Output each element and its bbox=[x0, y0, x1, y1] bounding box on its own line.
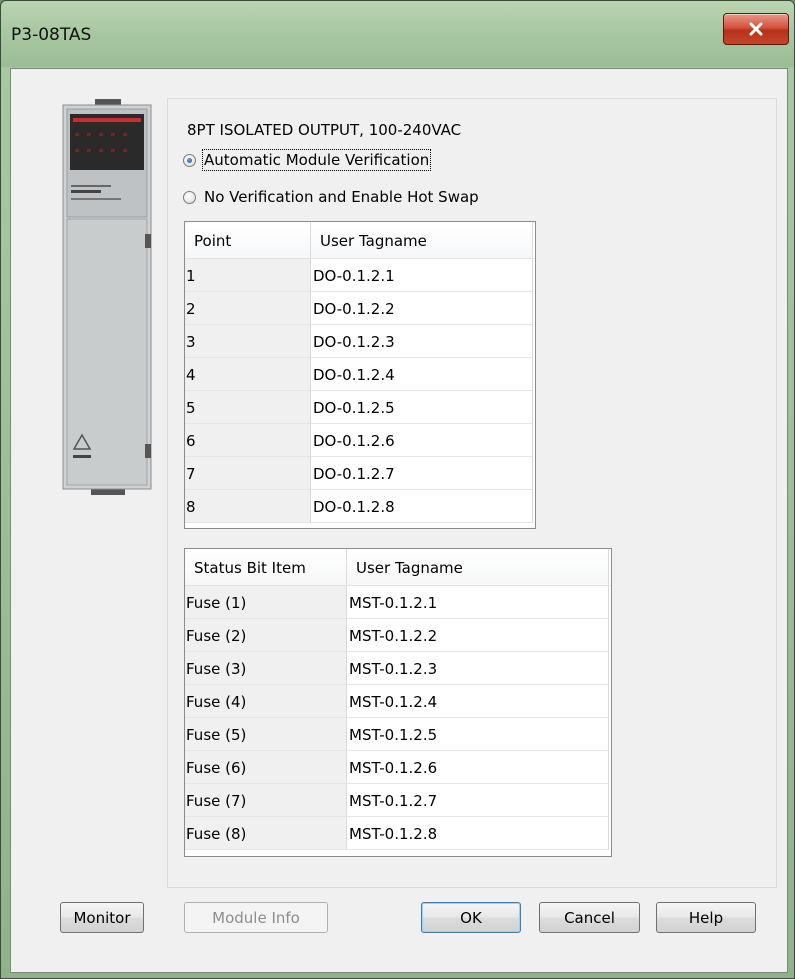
table-row[interactable]: 6 DO-0.1.2.6 bbox=[185, 424, 535, 457]
radio-label-automatic: Automatic Module Verification bbox=[201, 149, 432, 171]
column-header-point[interactable]: Point bbox=[185, 222, 311, 258]
dialog-window: P3-08TAS 8PT ISOLATED OUTPUT, 100-240VAC… bbox=[0, 0, 795, 979]
status-item-cell: Fuse (7) bbox=[185, 784, 347, 817]
tagname-cell[interactable]: MST-0.1.2.2 bbox=[347, 619, 609, 652]
table-row[interactable]: Fuse (2) MST-0.1.2.2 bbox=[185, 619, 611, 652]
point-cell: 5 bbox=[185, 391, 311, 424]
tagname-cell[interactable]: MST-0.1.2.6 bbox=[347, 751, 609, 784]
tagname-cell[interactable]: DO-0.1.2.1 bbox=[311, 259, 533, 292]
module-info-button[interactable]: Module Info bbox=[184, 902, 328, 933]
monitor-button[interactable]: Monitor bbox=[60, 902, 144, 933]
tagname-cell[interactable]: MST-0.1.2.5 bbox=[347, 718, 609, 751]
radio-label-no-verification: No Verification and Enable Hot Swap bbox=[204, 188, 479, 206]
status-item-cell: Fuse (5) bbox=[185, 718, 347, 751]
table-row[interactable]: 4 DO-0.1.2.4 bbox=[185, 358, 535, 391]
table-row[interactable]: Fuse (8) MST-0.1.2.8 bbox=[185, 817, 611, 850]
status-item-cell: Fuse (3) bbox=[185, 652, 347, 685]
table-row[interactable]: 5 DO-0.1.2.5 bbox=[185, 391, 535, 424]
ok-button[interactable]: OK bbox=[421, 902, 521, 933]
column-header-status-bit-item[interactable]: Status Bit Item bbox=[185, 549, 347, 585]
tagname-cell[interactable]: DO-0.1.2.5 bbox=[311, 391, 533, 424]
tagname-cell[interactable]: DO-0.1.2.3 bbox=[311, 325, 533, 358]
column-header-user-tagname[interactable]: User Tagname bbox=[347, 549, 609, 585]
table-row[interactable]: 8 DO-0.1.2.8 bbox=[185, 490, 535, 523]
point-cell: 2 bbox=[185, 292, 311, 325]
radio-button-selected[interactable] bbox=[183, 153, 196, 167]
title-bar[interactable]: P3-08TAS bbox=[1, 1, 794, 67]
tagname-cell[interactable]: MST-0.1.2.3 bbox=[347, 652, 609, 685]
dialog-body: 8PT ISOLATED OUTPUT, 100-240VAC Automati… bbox=[10, 68, 788, 973]
tagname-cell[interactable]: DO-0.1.2.4 bbox=[311, 358, 533, 391]
radio-automatic-verification[interactable]: Automatic Module Verification bbox=[183, 149, 432, 171]
table-row[interactable]: 2 DO-0.1.2.2 bbox=[185, 292, 535, 325]
point-cell: 3 bbox=[185, 325, 311, 358]
point-cell: 1 bbox=[185, 259, 311, 292]
tagname-cell[interactable]: MST-0.1.2.7 bbox=[347, 784, 609, 817]
point-cell: 7 bbox=[185, 457, 311, 490]
radio-no-verification[interactable]: No Verification and Enable Hot Swap bbox=[183, 188, 479, 206]
table-row[interactable]: Fuse (1) MST-0.1.2.1 bbox=[185, 586, 611, 619]
module-image bbox=[62, 99, 152, 495]
status-item-cell: Fuse (2) bbox=[185, 619, 347, 652]
tagname-cell[interactable]: MST-0.1.2.4 bbox=[347, 685, 609, 718]
table-row[interactable]: 7 DO-0.1.2.7 bbox=[185, 457, 535, 490]
tagname-cell[interactable]: MST-0.1.2.8 bbox=[347, 817, 609, 850]
column-header-user-tagname[interactable]: User Tagname bbox=[311, 222, 533, 258]
point-cell: 8 bbox=[185, 490, 311, 523]
close-button[interactable] bbox=[723, 13, 789, 45]
table-row[interactable]: Fuse (6) MST-0.1.2.6 bbox=[185, 751, 611, 784]
status-item-cell: Fuse (8) bbox=[185, 817, 347, 850]
table-row[interactable]: Fuse (3) MST-0.1.2.3 bbox=[185, 652, 611, 685]
table-header: Status Bit Item User Tagname bbox=[185, 549, 611, 586]
status-item-cell: Fuse (4) bbox=[185, 685, 347, 718]
table-row[interactable]: 1 DO-0.1.2.1 bbox=[185, 259, 535, 292]
status-item-cell: Fuse (1) bbox=[185, 586, 347, 619]
tagname-cell[interactable]: DO-0.1.2.6 bbox=[311, 424, 533, 457]
help-button[interactable]: Help bbox=[656, 902, 756, 933]
table-row[interactable]: 3 DO-0.1.2.3 bbox=[185, 325, 535, 358]
status-item-cell: Fuse (6) bbox=[185, 751, 347, 784]
tagname-cell[interactable]: DO-0.1.2.2 bbox=[311, 292, 533, 325]
point-cell: 4 bbox=[185, 358, 311, 391]
points-table: Point User Tagname 1 DO-0.1.2.1 2 DO-0.1… bbox=[184, 221, 536, 529]
window-title: P3-08TAS bbox=[11, 25, 92, 45]
table-row[interactable]: Fuse (5) MST-0.1.2.5 bbox=[185, 718, 611, 751]
tagname-cell[interactable]: MST-0.1.2.1 bbox=[347, 586, 609, 619]
module-description: 8PT ISOLATED OUTPUT, 100-240VAC bbox=[187, 121, 462, 139]
table-row[interactable]: Fuse (7) MST-0.1.2.7 bbox=[185, 784, 611, 817]
point-cell: 6 bbox=[185, 424, 311, 457]
close-icon bbox=[749, 22, 763, 36]
tagname-cell[interactable]: DO-0.1.2.8 bbox=[311, 490, 533, 523]
table-row[interactable]: Fuse (4) MST-0.1.2.4 bbox=[185, 685, 611, 718]
radio-button-unselected[interactable] bbox=[183, 190, 196, 204]
tagname-cell[interactable]: DO-0.1.2.7 bbox=[311, 457, 533, 490]
status-bits-table: Status Bit Item User Tagname Fuse (1) MS… bbox=[184, 548, 612, 857]
cancel-button[interactable]: Cancel bbox=[539, 902, 640, 933]
table-header: Point User Tagname bbox=[185, 222, 535, 259]
